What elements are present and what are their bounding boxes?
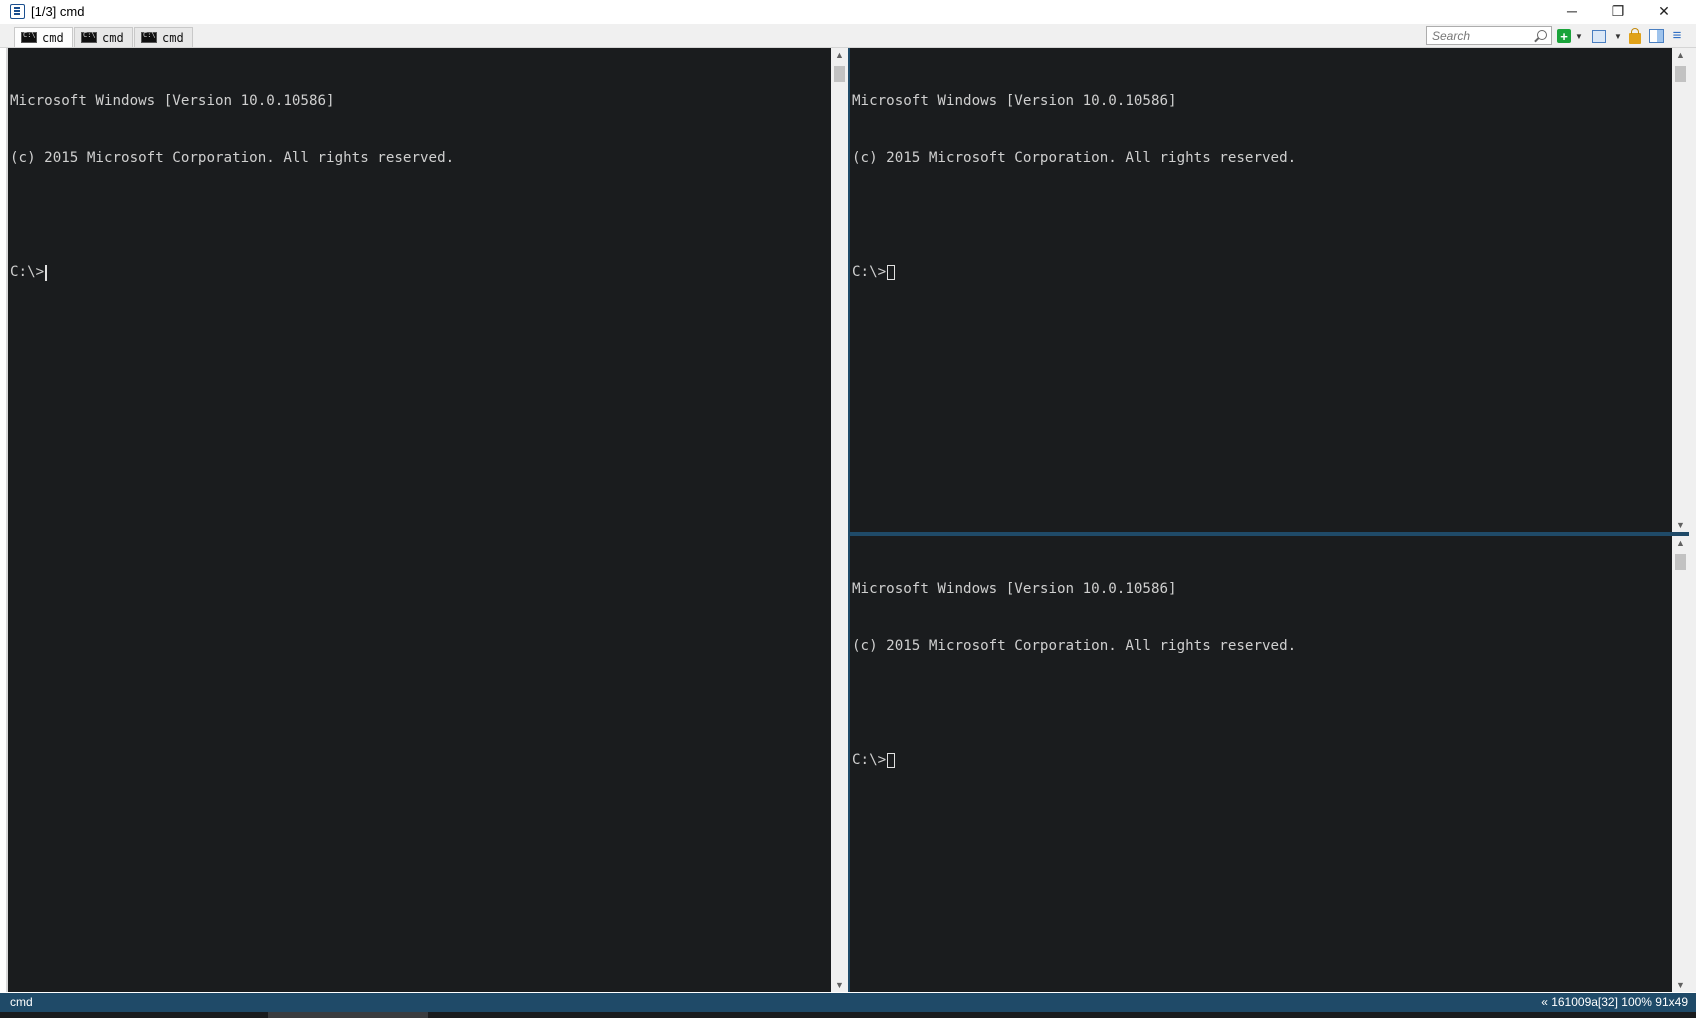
terminal-line: (c) 2015 Microsoft Corporation. All righ… (852, 638, 1297, 654)
scroll-thumb[interactable] (834, 66, 845, 82)
console-icon (81, 31, 97, 43)
lock-icon[interactable] (1629, 28, 1641, 44)
tab-label: cmd (102, 30, 124, 45)
terminal-line: Microsoft Windows [Version 10.0.10586] (852, 581, 1177, 597)
console-icon (141, 31, 157, 43)
command-prompt: C:\> (852, 752, 887, 768)
text-cursor (45, 264, 48, 281)
block-cursor (887, 265, 896, 280)
tab-cmd-2[interactable]: cmd (74, 27, 133, 47)
scroll-down-arrow[interactable]: ▼ (1672, 518, 1689, 532)
conemu-app-icon[interactable] (10, 4, 25, 19)
prompt-line[interactable]: C:\> (852, 263, 1672, 282)
status-info[interactable]: « 161009a[32] 100% 91x49 (1541, 995, 1688, 1009)
tab-bar: cmd cmd cmd Search + ▼ ▼ ≡ (0, 24, 1696, 48)
scroll-down-arrow[interactable]: ▼ (1672, 978, 1689, 992)
tab-cmd-3[interactable]: cmd (134, 27, 193, 47)
terminal-pane-right-bottom[interactable]: Microsoft Windows [Version 10.0.10586] (… (850, 536, 1672, 992)
restore-button[interactable]: ❐ (1595, 0, 1641, 22)
window-title: [1/3] cmd (31, 4, 85, 19)
title-bar: [1/3] cmd ─ ❐ ✕ (0, 0, 1696, 24)
block-cursor (887, 753, 896, 768)
chevron-down-icon[interactable]: ▼ (1574, 28, 1584, 44)
prompt-line[interactable]: C:\> (852, 751, 1672, 770)
chevron-down-icon[interactable]: ▼ (1613, 28, 1623, 44)
terminal-line: (c) 2015 Microsoft Corporation. All righ… (10, 150, 455, 166)
scroll-up-arrow[interactable]: ▲ (1672, 536, 1689, 550)
hamburger-menu-icon[interactable]: ≡ (1670, 28, 1684, 43)
window-right-border (1689, 48, 1696, 992)
search-input[interactable]: Search (1426, 26, 1552, 45)
search-icon[interactable] (1537, 30, 1547, 40)
terminal-line: Microsoft Windows [Version 10.0.10586] (852, 93, 1177, 109)
scroll-up-arrow[interactable]: ▲ (831, 48, 848, 62)
command-prompt: C:\> (10, 264, 45, 280)
tab-cmd-1[interactable]: cmd (14, 27, 73, 47)
terminal-pane-right-top[interactable]: Microsoft Windows [Version 10.0.10586] (… (850, 48, 1672, 532)
prompt-line[interactable]: C:\> (10, 263, 831, 282)
scrollbar-left[interactable]: ▲ ▼ (831, 48, 848, 992)
panel-toggle-icon[interactable] (1649, 29, 1664, 43)
split-layout-icon[interactable] (1592, 30, 1606, 43)
status-active-console[interactable]: cmd (10, 995, 33, 1009)
scroll-thumb[interactable] (1675, 554, 1686, 570)
tab-label: cmd (42, 30, 64, 45)
scrollbar-right-bottom[interactable]: ▲ ▼ (1672, 536, 1689, 992)
tab-label: cmd (162, 30, 184, 45)
new-console-button[interactable]: + (1557, 29, 1571, 44)
scrollbar-right-top[interactable]: ▲ ▼ (1672, 48, 1689, 532)
minimize-button[interactable]: ─ (1549, 0, 1595, 22)
terminal-line: Microsoft Windows [Version 10.0.10586] (10, 93, 335, 109)
terminal-line: (c) 2015 Microsoft Corporation. All righ… (852, 150, 1297, 166)
scroll-thumb[interactable] (1675, 66, 1686, 82)
terminal-pane-left[interactable]: Microsoft Windows [Version 10.0.10586] (… (8, 48, 831, 992)
scroll-down-arrow[interactable]: ▼ (831, 978, 848, 992)
taskbar-strip (0, 1012, 1696, 1018)
close-button[interactable]: ✕ (1641, 0, 1687, 22)
command-prompt: C:\> (852, 264, 887, 280)
console-icon (21, 31, 37, 43)
search-placeholder: Search (1432, 29, 1471, 43)
status-bar: cmd « 161009a[32] 100% 91x49 (0, 993, 1696, 1012)
taskbar-highlight (268, 1012, 428, 1018)
scroll-up-arrow[interactable]: ▲ (1672, 48, 1689, 62)
